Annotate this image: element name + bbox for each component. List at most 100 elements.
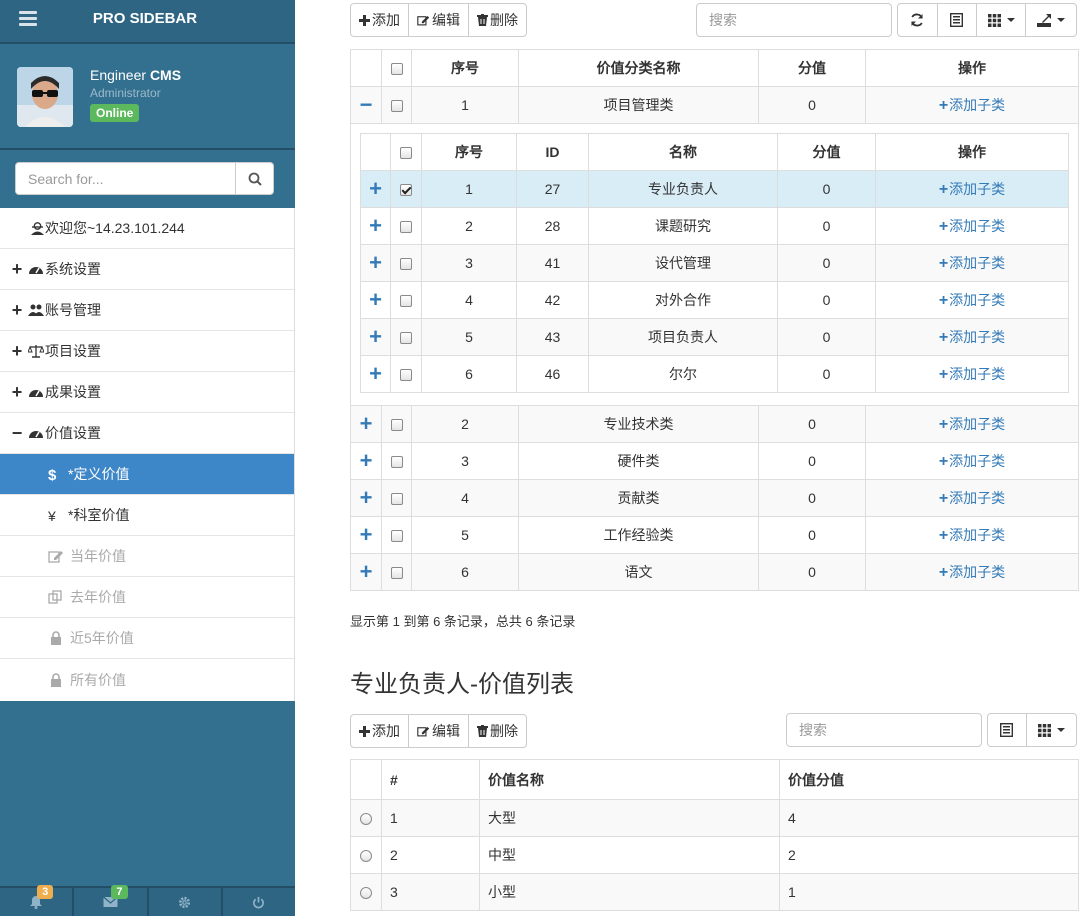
add-value-button[interactable]: 添加 bbox=[350, 714, 409, 748]
value-header-no[interactable]: # bbox=[381, 759, 480, 800]
row-checkbox[interactable] bbox=[390, 456, 403, 469]
notifications-button[interactable]: 3 bbox=[0, 885, 75, 916]
delete-value-button[interactable]: 删除 bbox=[468, 714, 527, 748]
header-checkbox[interactable] bbox=[381, 49, 412, 87]
sub-header-id[interactable]: ID bbox=[516, 133, 589, 171]
row-radio-cell[interactable] bbox=[350, 799, 382, 837]
value-header-name[interactable]: 价值名称 bbox=[479, 759, 780, 800]
expand-row-button[interactable]: + bbox=[360, 281, 391, 319]
columns-dropdown[interactable] bbox=[1026, 713, 1077, 747]
sidebar-search-input[interactable] bbox=[16, 163, 235, 194]
row-checkbox[interactable] bbox=[390, 493, 403, 506]
sub-table-row[interactable]: + 1 27 专业负责人 0 +添加子类 bbox=[360, 170, 1069, 208]
row-radio-cell[interactable] bbox=[350, 873, 382, 911]
sub-table-row[interactable]: + 2 28 课题研究 0 +添加子类 bbox=[360, 207, 1069, 245]
row-checkbox[interactable] bbox=[400, 221, 412, 234]
value-header-score[interactable]: 价值分值 bbox=[779, 759, 1079, 800]
sidebar-item-projects[interactable]: + 项目设置 bbox=[0, 331, 294, 372]
row-checkbox-cell[interactable] bbox=[390, 281, 422, 319]
row-checkbox[interactable] bbox=[390, 530, 403, 543]
messages-button[interactable]: 7 bbox=[74, 885, 149, 916]
sub-table-row[interactable]: + 5 43 项目负责人 0 +添加子类 bbox=[360, 318, 1069, 356]
expand-row-button[interactable]: + bbox=[360, 318, 391, 356]
expand-row-button[interactable]: + bbox=[350, 479, 382, 517]
table-row[interactable]: + 2 专业技术类 0 +添加子类 bbox=[350, 405, 1079, 443]
row-checkbox-cell[interactable] bbox=[381, 442, 412, 480]
value-row[interactable]: 2 中型 2 bbox=[350, 836, 1079, 874]
edit-button[interactable]: 编辑 bbox=[408, 3, 469, 37]
row-checkbox[interactable] bbox=[400, 295, 412, 308]
row-radio[interactable] bbox=[360, 887, 372, 900]
export-dropdown[interactable] bbox=[1025, 3, 1077, 37]
add-child-link[interactable]: +添加子类 bbox=[939, 527, 1005, 544]
sidebar-item-values[interactable]: − 价值设置 bbox=[0, 413, 294, 454]
sidebar-subitem-dept-value[interactable]: ¥ *科室价值 bbox=[0, 495, 294, 536]
add-child-link[interactable]: +添加子类 bbox=[939, 490, 1005, 507]
expand-row-button[interactable]: + bbox=[350, 442, 382, 480]
add-child-link[interactable]: +添加子类 bbox=[939, 453, 1005, 470]
expand-row-button[interactable]: + bbox=[360, 170, 391, 208]
add-child-link[interactable]: +添加子类 bbox=[939, 329, 1005, 346]
sub-header-name[interactable]: 名称 bbox=[588, 133, 778, 171]
expand-row-button[interactable]: + bbox=[350, 405, 382, 443]
row-checkbox-cell[interactable] bbox=[381, 516, 412, 554]
add-child-link[interactable]: +添加子类 bbox=[939, 292, 1005, 309]
expand-row-button[interactable]: + bbox=[350, 553, 382, 591]
value-row[interactable]: 1 大型 4 bbox=[350, 799, 1079, 837]
row-checkbox-cell[interactable] bbox=[381, 553, 412, 591]
sidebar-subitem-all[interactable]: 所有价值 bbox=[0, 659, 294, 700]
add-child-link[interactable]: +添加子类 bbox=[939, 416, 1005, 433]
value-row[interactable]: 3 小型 1 bbox=[350, 873, 1079, 911]
row-checkbox-cell[interactable] bbox=[390, 244, 422, 282]
row-checkbox-cell[interactable] bbox=[381, 479, 412, 517]
sub-table-row[interactable]: + 3 41 设代管理 0 +添加子类 bbox=[360, 244, 1069, 282]
row-checkbox-cell[interactable] bbox=[381, 405, 412, 443]
row-checkbox-cell[interactable] bbox=[390, 170, 422, 208]
sidebar-subitem-last-year[interactable]: 去年价值 bbox=[0, 577, 294, 618]
add-child-link[interactable]: +添加子类 bbox=[939, 255, 1005, 272]
header-name[interactable]: 价值分类名称 bbox=[518, 49, 759, 87]
header-score[interactable]: 分值 bbox=[758, 49, 866, 87]
collapse-row-button[interactable]: − bbox=[350, 86, 382, 124]
sidebar-item-system[interactable]: + 系统设置 bbox=[0, 249, 294, 290]
select-all-checkbox[interactable] bbox=[390, 63, 403, 76]
sidebar-subitem-define-value[interactable]: $ *定义价值 bbox=[0, 454, 294, 495]
row-radio[interactable] bbox=[360, 813, 372, 826]
logout-button[interactable] bbox=[223, 888, 295, 916]
value-search-input[interactable] bbox=[786, 713, 982, 747]
row-checkbox[interactable] bbox=[400, 332, 412, 345]
sub-header-checkbox[interactable] bbox=[390, 133, 422, 171]
expand-row-button[interactable]: + bbox=[360, 244, 391, 282]
refresh-button[interactable] bbox=[897, 3, 938, 37]
table-row[interactable]: + 4 贡献类 0 +添加子类 bbox=[350, 479, 1079, 517]
add-child-link[interactable]: +添加子类 bbox=[939, 218, 1005, 235]
sidebar-subitem-5-years[interactable]: 近5年价值 bbox=[0, 618, 294, 659]
row-checkbox[interactable] bbox=[400, 369, 412, 382]
row-checkbox[interactable] bbox=[390, 419, 403, 432]
delete-button[interactable]: 删除 bbox=[468, 3, 527, 37]
table-search-input[interactable] bbox=[696, 3, 892, 37]
toggle-view-button[interactable] bbox=[937, 3, 977, 37]
row-radio[interactable] bbox=[360, 850, 372, 863]
table-row[interactable]: + 6 语文 0 +添加子类 bbox=[350, 553, 1079, 591]
add-child-link[interactable]: +添加子类 bbox=[939, 366, 1005, 383]
table-row[interactable]: + 5 工作经验类 0 +添加子类 bbox=[350, 516, 1079, 554]
edit-value-button[interactable]: 编辑 bbox=[408, 714, 469, 748]
sub-header-score[interactable]: 分值 bbox=[777, 133, 876, 171]
row-checkbox-cell[interactable] bbox=[390, 355, 422, 393]
row-checkbox-cell[interactable] bbox=[390, 207, 422, 245]
row-checkbox[interactable] bbox=[390, 567, 403, 580]
row-checkbox-cell[interactable] bbox=[381, 86, 412, 124]
add-child-link[interactable]: +添加子类 bbox=[939, 97, 1005, 114]
row-checkbox[interactable] bbox=[390, 100, 403, 113]
row-checkbox-cell[interactable] bbox=[390, 318, 422, 356]
header-no[interactable]: 序号 bbox=[411, 49, 519, 87]
row-checkbox[interactable] bbox=[400, 184, 412, 197]
add-child-link[interactable]: +添加子类 bbox=[939, 564, 1005, 581]
toggle-view-button[interactable] bbox=[987, 713, 1027, 747]
sidebar-item-accounts[interactable]: + 账号管理 bbox=[0, 290, 294, 331]
sub-select-all-checkbox[interactable] bbox=[400, 147, 412, 160]
expand-row-button[interactable]: + bbox=[360, 207, 391, 245]
add-button[interactable]: 添加 bbox=[350, 3, 409, 37]
sub-table-row[interactable]: + 6 46 尔尔 0 +添加子类 bbox=[360, 355, 1069, 393]
